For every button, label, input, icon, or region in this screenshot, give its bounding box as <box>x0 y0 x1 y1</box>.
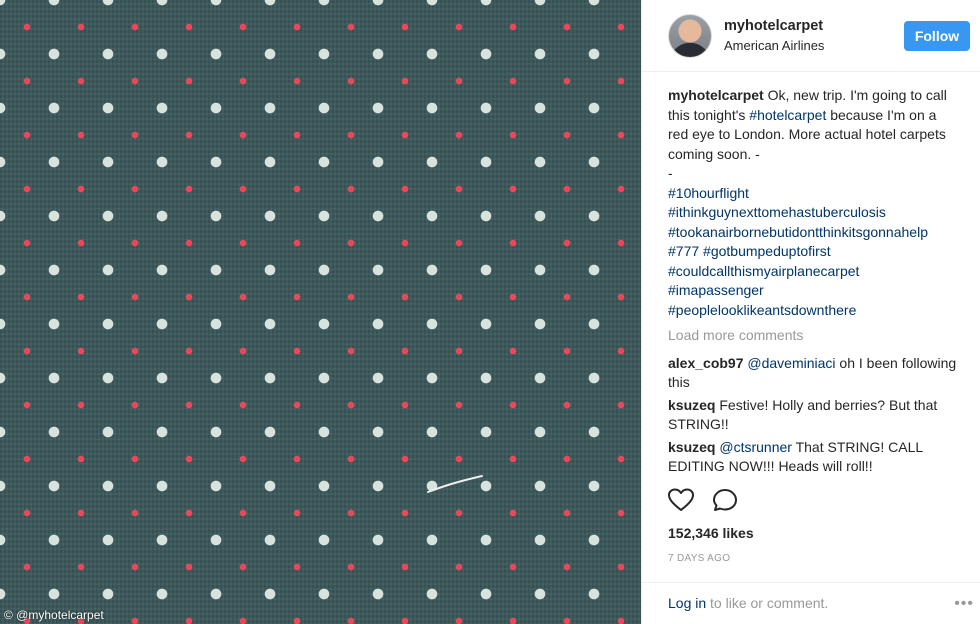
caption-hashtag[interactable]: #ithinkguynexttomehastuberculosis <box>668 203 960 223</box>
caption-hashtag[interactable]: #imapassenger <box>668 281 960 301</box>
heart-icon[interactable] <box>668 488 694 512</box>
header-username[interactable]: myhotelcarpet <box>724 18 904 34</box>
post-timestamp[interactable]: 7 DAYS AGO <box>668 553 730 564</box>
header-location[interactable]: American Airlines <box>724 38 904 53</box>
post-header: myhotelcarpet American Airlines Follow <box>642 0 980 72</box>
comment-icon[interactable] <box>712 488 738 512</box>
caption-hashtag[interactable]: #tookanairbornebutidontthinkitsgonnahelp <box>668 223 960 243</box>
caption-hashtag[interactable]: #couldcallthismyairplanecarpet <box>668 262 960 282</box>
caption-dash: - <box>668 165 673 181</box>
photo-watermark: © @myhotelcarpet <box>4 608 104 622</box>
post-photo: © @myhotelcarpet <box>0 0 641 624</box>
comment-username[interactable]: ksuzeq <box>668 439 715 455</box>
caption-hashtag-inline[interactable]: #hotelcarpet <box>749 107 826 123</box>
post-side-panel: myhotelcarpet American Airlines Follow m… <box>641 0 980 624</box>
load-more-comments-link[interactable]: Load more comments <box>668 326 960 346</box>
comment-mention[interactable]: @ctsrunner <box>719 439 792 455</box>
string-on-carpet <box>427 475 483 493</box>
post-footer: Log in to like or comment. ••• <box>642 582 980 624</box>
likes-count[interactable]: 152,346 likes <box>668 525 754 541</box>
comment-item: ksuzeq Festive! Holly and berries? But t… <box>668 396 960 435</box>
login-link[interactable]: Log in <box>668 595 706 611</box>
follow-button[interactable]: Follow <box>904 20 970 51</box>
comment-username[interactable]: ksuzeq <box>668 397 715 413</box>
header-text: myhotelcarpet American Airlines <box>724 18 904 53</box>
avatar[interactable] <box>668 13 712 58</box>
more-options-icon[interactable]: ••• <box>954 595 974 613</box>
caption-hashtag[interactable]: #10hourflight <box>668 184 960 204</box>
comment-username[interactable]: alex_cob97 <box>668 355 744 371</box>
comment-item: alex_cob97 @daveminiaci oh I been follow… <box>668 354 960 393</box>
footer-text: to like or comment. <box>706 595 829 611</box>
comments-section: myhotelcarpet Ok, new trip. I'm going to… <box>642 72 980 476</box>
post-actions <box>668 488 738 512</box>
comment-mention[interactable]: @daveminiaci <box>747 355 835 371</box>
caption-hashtag[interactable]: #peoplelooklikeantsdownthere <box>668 301 960 321</box>
caption-hashtag[interactable]: #777 #gotbumpeduptofirst <box>668 242 960 262</box>
caption-username[interactable]: myhotelcarpet <box>668 87 764 103</box>
comment-item: ksuzeq @ctsrunner That STRING! CALL EDIT… <box>668 438 960 477</box>
caption: myhotelcarpet Ok, new trip. I'm going to… <box>668 86 960 320</box>
